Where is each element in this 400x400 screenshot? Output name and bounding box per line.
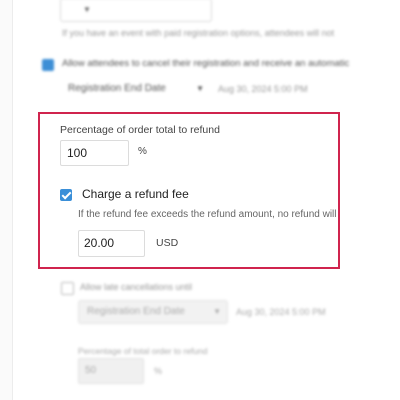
late-cancellation-date-select[interactable]: Registration End Date ▼ xyxy=(78,300,228,324)
refund-settings-panel: ▼ If you have an event with paid registr… xyxy=(0,0,400,400)
refund-percentage-input[interactable]: 100 xyxy=(60,140,129,166)
refund-fee-help-text: If the refund fee exceeds the refund amo… xyxy=(78,209,340,220)
chevron-down-icon: ▼ xyxy=(213,307,221,316)
percent-sign: % xyxy=(154,366,163,376)
late-cancellation-label: Allow late cancellations until xyxy=(80,282,193,292)
allow-cancel-checkbox[interactable] xyxy=(42,59,54,71)
chevron-down-icon: ▼ xyxy=(83,5,91,14)
late-cancellation-date-select-value: Registration End Date xyxy=(87,306,185,317)
refund-percentage-label: Percentage of order total to refund xyxy=(60,124,220,136)
refund-fee-checkbox[interactable] xyxy=(60,189,72,201)
percent-sign: % xyxy=(138,146,147,157)
refund-highlight-box: Percentage of order total to refund 100 … xyxy=(38,112,340,269)
chevron-down-icon: ▼ xyxy=(196,84,204,93)
registration-end-date-value: Aug 30, 2024 5:00 PM xyxy=(218,84,308,94)
refund-fee-amount-input[interactable]: 20.00 xyxy=(78,230,145,257)
registration-end-date-select-value: Registration End Date xyxy=(68,83,166,94)
currency-label: USD xyxy=(156,237,179,249)
late-refund-percentage-label: Percentage of total order to refund xyxy=(78,346,208,356)
late-cancellation-date-value: Aug 30, 2024 5:00 PM xyxy=(236,307,326,317)
top-select[interactable]: ▼ xyxy=(60,0,212,22)
paid-registration-help-text: If you have an event with paid registrat… xyxy=(62,28,335,38)
late-cancellation-checkbox[interactable] xyxy=(61,282,74,295)
registration-end-date-select[interactable]: Registration End Date ▼ xyxy=(60,78,210,100)
allow-cancel-label: Allow attendees to cancel their registra… xyxy=(62,58,350,69)
refund-fee-label[interactable]: Charge a refund fee xyxy=(82,187,189,201)
left-panel-edge xyxy=(0,0,13,400)
late-refund-percentage-input[interactable]: 50 xyxy=(78,358,144,384)
